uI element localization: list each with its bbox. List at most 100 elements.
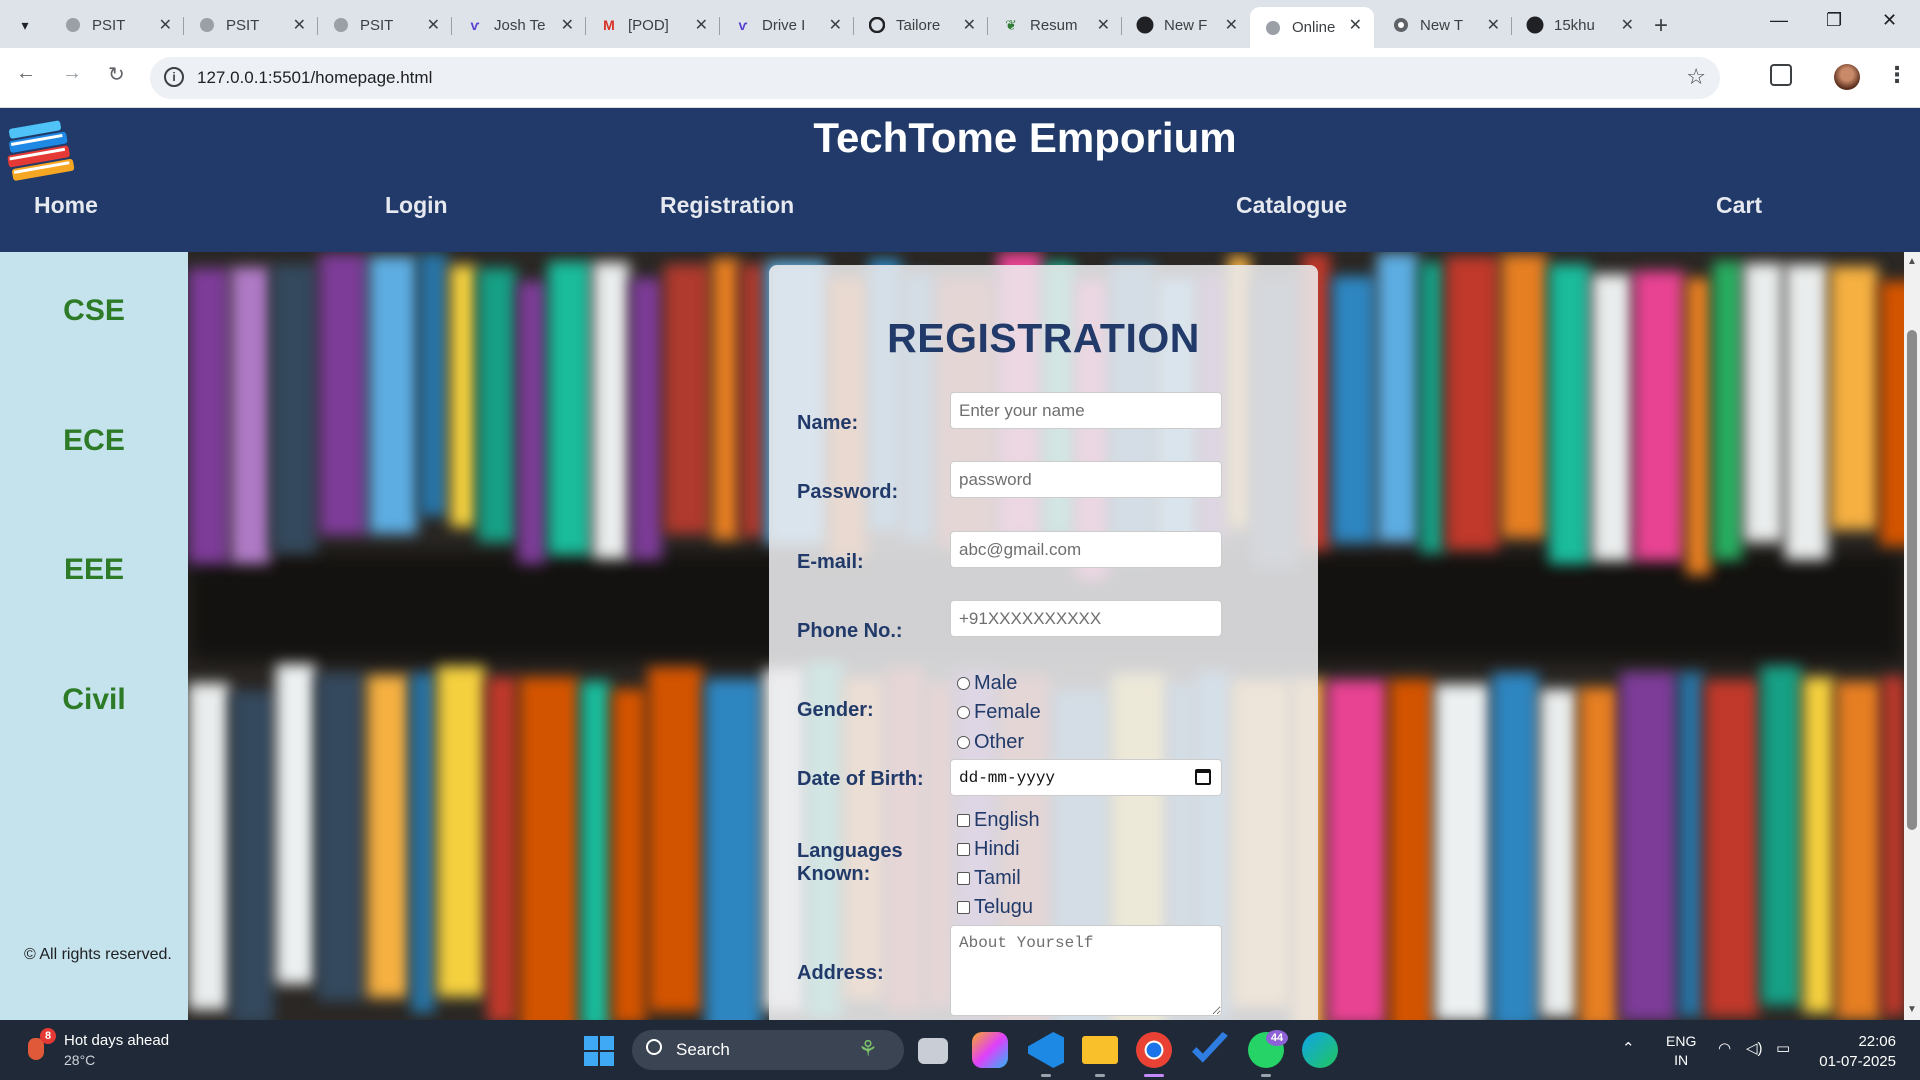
reload-icon[interactable]: ↻ — [108, 62, 125, 87]
nav-registration-link[interactable]: Registration — [660, 192, 794, 219]
language-option-tamil[interactable]: Tamil — [957, 867, 1021, 890]
close-tab-icon[interactable]: ✕ — [963, 15, 976, 35]
dept-link-civil[interactable]: Civil — [0, 683, 188, 717]
wifi-icon[interactable]: ◠ — [1718, 1039, 1731, 1057]
checkbox[interactable] — [957, 901, 970, 914]
close-tab-icon[interactable]: ✕ — [695, 15, 708, 35]
browser-tab[interactable]: PSIT ✕ — [184, 7, 318, 43]
checkbox[interactable] — [957, 872, 970, 885]
dob-date-input[interactable]: dd-mm-yyyy — [950, 759, 1222, 796]
calendar-icon[interactable] — [1195, 769, 1211, 785]
close-tab-icon[interactable]: ✕ — [829, 15, 842, 35]
bookmark-star-icon[interactable]: ☆ — [1686, 64, 1706, 90]
dept-link-cse[interactable]: CSE — [0, 294, 188, 328]
minimize-icon[interactable]: — — [1770, 10, 1788, 31]
password-input[interactable] — [950, 461, 1222, 498]
site-info-icon[interactable]: i — [164, 67, 184, 87]
close-tab-icon[interactable]: ✕ — [561, 15, 574, 35]
address-textarea[interactable] — [950, 925, 1222, 1016]
gender-option-male[interactable]: Male — [957, 672, 1017, 695]
back-arrow-icon[interactable]: ← — [16, 62, 36, 85]
nav-login-link[interactable]: Login — [385, 192, 448, 219]
tray-chevron-up-icon[interactable]: ⌃ — [1622, 1039, 1635, 1057]
book-spine — [1679, 672, 1703, 1017]
battery-icon[interactable]: ▭ — [1776, 1039, 1790, 1057]
book-spine — [1389, 679, 1433, 1020]
phone-input[interactable] — [950, 600, 1222, 637]
nav-home-link[interactable]: Home — [34, 192, 98, 219]
gender-option-label: Female — [974, 701, 1041, 723]
close-tab-icon[interactable]: ✕ — [1225, 15, 1238, 35]
name-input[interactable] — [950, 392, 1222, 429]
address-bar[interactable]: i 127.0.0.1:5501/homepage.html ☆ — [150, 57, 1720, 99]
restore-icon[interactable]: ❐ — [1826, 10, 1842, 31]
radio-button[interactable] — [957, 677, 970, 690]
scroll-up-arrow-icon[interactable]: ▲ — [1907, 256, 1917, 267]
browser-tab[interactable]: ѵ Drive I ✕ — [720, 7, 854, 43]
gender-option-female[interactable]: Female — [957, 701, 1041, 724]
chrome-icon[interactable] — [1136, 1032, 1172, 1068]
book-spine — [1549, 264, 1590, 564]
nav-catalogue-link[interactable]: Catalogue — [1236, 192, 1347, 219]
registration-title: REGISTRATION — [887, 315, 1200, 361]
tab-search-button[interactable]: ▾ — [8, 10, 42, 40]
profile-avatar[interactable] — [1834, 64, 1860, 90]
close-tab-icon[interactable]: ✕ — [1097, 15, 1110, 35]
taskbar-search[interactable]: Search ⚘ — [632, 1030, 904, 1070]
nav-cart-link[interactable]: Cart — [1716, 192, 1762, 219]
close-tab-icon[interactable]: ✕ — [159, 15, 172, 35]
browser-tab[interactable]: PSIT ✕ — [318, 7, 452, 43]
browser-tab[interactable]: M [POD] ✕ — [586, 7, 720, 43]
browser-tab[interactable]: PSIT ✕ — [50, 7, 184, 43]
dept-link-ece[interactable]: ECE — [0, 424, 188, 458]
forward-arrow-icon[interactable]: → — [62, 62, 82, 85]
dept-link-eee[interactable]: EEE — [0, 553, 188, 587]
radio-button[interactable] — [957, 736, 970, 749]
radio-button[interactable] — [957, 706, 970, 719]
edge-icon[interactable] — [1302, 1032, 1338, 1068]
file-explorer-icon[interactable] — [1082, 1036, 1118, 1064]
close-tab-icon[interactable]: ✕ — [293, 15, 306, 35]
extensions-icon[interactable] — [1770, 64, 1792, 86]
close-tab-icon[interactable]: ✕ — [1487, 15, 1500, 35]
close-window-icon[interactable]: ✕ — [1882, 10, 1897, 31]
globe-icon — [332, 16, 350, 34]
browser-tab[interactable]: 15khu ✕ — [1512, 7, 1646, 43]
book-spine — [1420, 262, 1444, 553]
copilot-icon[interactable] — [972, 1032, 1008, 1068]
volume-icon[interactable]: ◁) — [1746, 1039, 1763, 1057]
language-option-hindi[interactable]: Hindi — [957, 838, 1020, 861]
checkbox[interactable] — [957, 814, 970, 827]
browser-tab-active[interactable]: Online ✕ — [1250, 7, 1374, 48]
language-option-english[interactable]: English — [957, 809, 1040, 832]
gender-option-other[interactable]: Other — [957, 731, 1024, 754]
task-view-icon[interactable] — [918, 1038, 948, 1064]
book-spine — [276, 664, 315, 984]
gender-option-label: Male — [974, 672, 1018, 694]
browser-tab[interactable]: New F ✕ — [1122, 7, 1250, 43]
close-tab-icon[interactable]: ✕ — [1621, 15, 1634, 35]
windows-start-icon[interactable] — [584, 1036, 614, 1066]
language-option-telugu[interactable]: Telugu — [957, 896, 1033, 919]
new-tab-button[interactable]: + — [1654, 12, 1668, 40]
scroll-down-arrow-icon[interactable]: ▼ — [1907, 1004, 1917, 1015]
vscode-icon[interactable] — [1028, 1032, 1064, 1068]
checkbox[interactable] — [957, 843, 970, 856]
browser-tab[interactable]: New T ✕ — [1378, 7, 1512, 43]
system-clock[interactable]: 22:06 01-07-2025 — [1816, 1032, 1896, 1072]
close-tab-icon[interactable]: ✕ — [427, 15, 440, 35]
browser-tab[interactable]: ❦ Resum ✕ — [988, 7, 1122, 43]
tab-title: New F — [1164, 16, 1208, 34]
page-scrollbar[interactable]: ▲ ▼ — [1904, 252, 1920, 1020]
scrollbar-thumb[interactable] — [1907, 330, 1917, 830]
browser-menu-icon[interactable]: ⋮ — [1886, 62, 1908, 88]
browser-tab[interactable]: ѵ Josh Te ✕ — [452, 7, 586, 43]
browser-tab[interactable]: Tailore ✕ — [854, 7, 988, 43]
email-input[interactable] — [950, 531, 1222, 568]
language-indicator[interactable]: ENG IN — [1666, 1032, 1696, 1070]
book-spine — [1592, 274, 1632, 561]
close-tab-icon[interactable]: ✕ — [1349, 15, 1362, 35]
weather-title[interactable]: Hot days ahead — [64, 1032, 169, 1049]
book-spine — [612, 689, 646, 1020]
todo-check-icon[interactable] — [1192, 1032, 1228, 1063]
